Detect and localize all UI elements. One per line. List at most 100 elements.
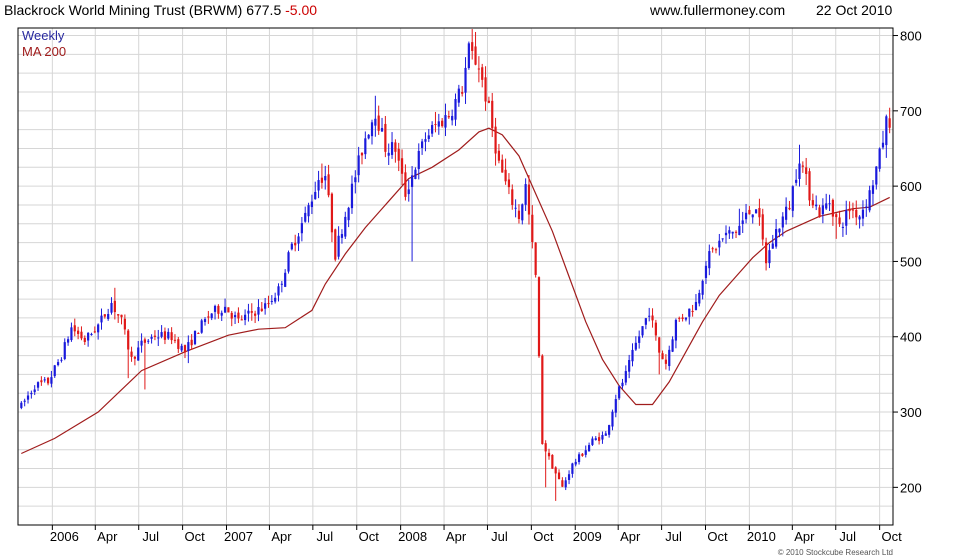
candle-body bbox=[471, 42, 474, 51]
candle-body bbox=[604, 433, 607, 436]
candle-body bbox=[831, 199, 834, 217]
candle-body bbox=[414, 169, 417, 179]
candle-body bbox=[855, 209, 858, 218]
candle-body bbox=[80, 331, 83, 339]
candle-body bbox=[36, 382, 40, 388]
candle-body bbox=[240, 319, 243, 321]
candle-body bbox=[584, 450, 587, 455]
x-tick-label: 2006 bbox=[50, 529, 79, 544]
candle-body bbox=[223, 306, 227, 313]
candle-body bbox=[698, 292, 701, 304]
x-tick-label: Oct bbox=[184, 529, 205, 544]
candle-body bbox=[547, 452, 551, 457]
candle-body bbox=[554, 467, 557, 474]
candle-body bbox=[638, 336, 641, 343]
candle-body bbox=[721, 238, 724, 240]
candle-body bbox=[708, 251, 711, 269]
candle-body bbox=[447, 116, 450, 118]
legend-ma200: MA 200 bbox=[22, 44, 66, 59]
candle-body bbox=[384, 123, 387, 152]
candle-body bbox=[307, 205, 310, 217]
candle-body bbox=[354, 177, 357, 183]
candle-body bbox=[377, 115, 380, 131]
candle-body bbox=[220, 312, 223, 316]
candle-body bbox=[494, 126, 497, 154]
candle-body bbox=[654, 322, 657, 336]
candle-body bbox=[380, 128, 384, 132]
candle-body bbox=[434, 124, 437, 126]
candle-body bbox=[53, 365, 56, 377]
candle-body bbox=[551, 454, 554, 469]
candle-body bbox=[97, 324, 100, 333]
candle-body bbox=[187, 342, 190, 351]
candle-body bbox=[143, 339, 147, 343]
candle-body bbox=[758, 207, 761, 218]
candle-body bbox=[77, 330, 80, 334]
candle-body bbox=[591, 438, 594, 445]
candle-body bbox=[421, 141, 424, 148]
candle-body bbox=[628, 360, 631, 372]
candle-body bbox=[280, 283, 283, 285]
candle-body bbox=[788, 207, 791, 210]
candle-body bbox=[611, 411, 614, 427]
candle-body bbox=[147, 340, 150, 342]
last-price: 677.5 bbox=[246, 2, 281, 18]
candle-body bbox=[264, 303, 267, 309]
candle-body bbox=[577, 454, 581, 463]
candle-body bbox=[531, 214, 534, 243]
candle-body bbox=[775, 229, 778, 247]
candle-body bbox=[614, 399, 617, 413]
candle-body bbox=[624, 371, 627, 383]
candle-body bbox=[150, 336, 153, 339]
candle-body bbox=[768, 250, 771, 264]
candle-body bbox=[534, 242, 537, 275]
candle-body bbox=[237, 312, 240, 319]
site-url[interactable]: www.fullermoney.com bbox=[649, 2, 785, 18]
y-tick-label: 400 bbox=[900, 330, 922, 345]
candle-body bbox=[157, 337, 160, 339]
candle-body bbox=[123, 318, 126, 330]
candle-body bbox=[410, 175, 414, 187]
candle-body bbox=[304, 212, 307, 222]
candle-body bbox=[878, 148, 881, 169]
x-tick-label: Apr bbox=[620, 529, 641, 544]
candle-body bbox=[621, 382, 624, 387]
candle-body bbox=[163, 331, 167, 340]
candle-body bbox=[704, 265, 708, 278]
candle-body bbox=[120, 314, 123, 318]
candle-body bbox=[674, 319, 678, 341]
candle-body bbox=[771, 243, 774, 249]
candle-body bbox=[818, 207, 821, 218]
candle-body bbox=[835, 214, 838, 218]
candle-body bbox=[701, 280, 704, 295]
candle-body bbox=[167, 331, 170, 339]
candle-body bbox=[247, 310, 250, 314]
x-tick-label: Jul bbox=[839, 529, 856, 544]
candle-body bbox=[724, 232, 728, 236]
x-tick-label: Jul bbox=[491, 529, 508, 544]
x-tick-label: Apr bbox=[271, 529, 292, 544]
candle-body bbox=[564, 480, 567, 488]
candle-body bbox=[327, 174, 330, 196]
candle-body bbox=[40, 380, 43, 383]
candle-body bbox=[390, 142, 394, 155]
candle-body bbox=[87, 332, 90, 341]
x-tick-label: Oct bbox=[707, 529, 728, 544]
y-tick-label: 800 bbox=[900, 29, 922, 44]
candle-body bbox=[347, 207, 350, 221]
candle-body bbox=[290, 243, 293, 250]
candle-body bbox=[524, 184, 527, 205]
candle-body bbox=[748, 209, 751, 215]
candle-body bbox=[137, 347, 140, 361]
candle-body bbox=[467, 43, 470, 69]
candle-body bbox=[661, 353, 664, 360]
candle-body bbox=[798, 163, 801, 180]
candle-body bbox=[641, 326, 644, 336]
candle-body bbox=[618, 386, 621, 399]
candle-body bbox=[651, 315, 654, 321]
candle-body bbox=[744, 212, 748, 220]
candle-body bbox=[397, 148, 400, 161]
x-tick-label: Apr bbox=[794, 529, 815, 544]
x-tick-label: 2008 bbox=[398, 529, 427, 544]
candle-body bbox=[487, 100, 490, 103]
